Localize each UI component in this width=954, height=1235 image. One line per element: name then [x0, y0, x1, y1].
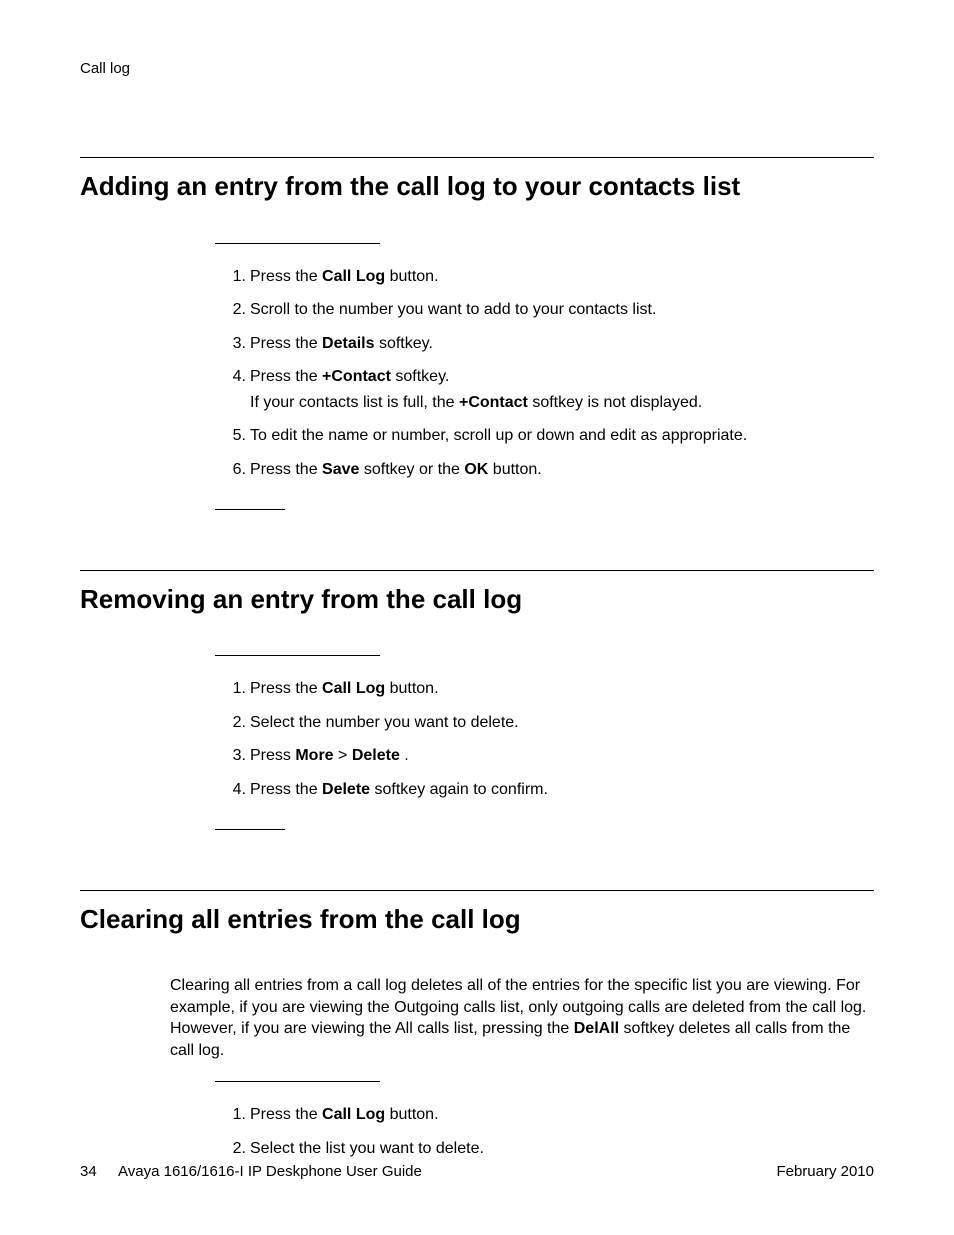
section-heading: Adding an entry from the call log to you…: [80, 170, 874, 203]
steps-bottom-rule: [215, 509, 285, 510]
page-number: 34: [80, 1163, 97, 1180]
page-footer: 34 Avaya 1616/1616-I IP Deskphone User G…: [80, 1163, 874, 1180]
steps-top-rule: [215, 655, 380, 656]
page: Call log Adding an entry from the call l…: [0, 0, 954, 1235]
step-subtext: If your contacts list is full, the +Cont…: [250, 392, 874, 414]
footer-doc-title: Avaya 1616/1616-I IP Deskphone User Guid…: [118, 1163, 422, 1180]
section-heading: Removing an entry from the call log: [80, 583, 874, 616]
step-item: Press the Call Log button.: [250, 678, 874, 700]
step-list: Press the Call Log button. Scroll to the …: [80, 266, 874, 481]
steps-bottom-rule: [215, 829, 285, 830]
step-list: Press the Call Log button. Select the num…: [80, 678, 874, 800]
step-item: Press the Save softkey or the OK button.: [250, 459, 874, 481]
steps-top-rule: [215, 243, 380, 244]
steps-top-rule: [215, 1081, 380, 1082]
step-item: Press the Delete softkey again to confir…: [250, 779, 874, 801]
step-item: Select the list you want to delete.: [250, 1138, 874, 1160]
section-rule: [80, 570, 874, 571]
step-item: Press the Details softkey.: [250, 333, 874, 355]
section: Removing an entry from the call log Press…: [80, 570, 874, 830]
section-heading: Clearing all entries from the call log: [80, 903, 874, 936]
footer-left: 34 Avaya 1616/1616-I IP Deskphone User G…: [80, 1163, 422, 1180]
step-item: Press the Call Log button.: [250, 1104, 874, 1126]
step-item: To edit the name or number, scroll up or…: [250, 425, 874, 447]
step-item: Press More > Delete .: [250, 745, 874, 767]
footer-date: February 2010: [776, 1163, 874, 1180]
running-header: Call log: [80, 60, 874, 77]
section-rule: [80, 157, 874, 158]
step-list: Press the Call Log button. Select the lis…: [80, 1104, 874, 1159]
section: Clearing all entries from the call log Cl…: [80, 890, 874, 1160]
section-rule: [80, 890, 874, 891]
step-item: Press the Call Log button.: [250, 266, 874, 288]
step-item: Select the number you want to delete.: [250, 712, 874, 734]
section-intro: Clearing all entries from a call log del…: [80, 975, 874, 1061]
section: Adding an entry from the call log to you…: [80, 157, 874, 510]
step-item: Scroll to the number you want to add to …: [250, 299, 874, 321]
step-item: Press the +Contact softkey.If your conta…: [250, 366, 874, 413]
